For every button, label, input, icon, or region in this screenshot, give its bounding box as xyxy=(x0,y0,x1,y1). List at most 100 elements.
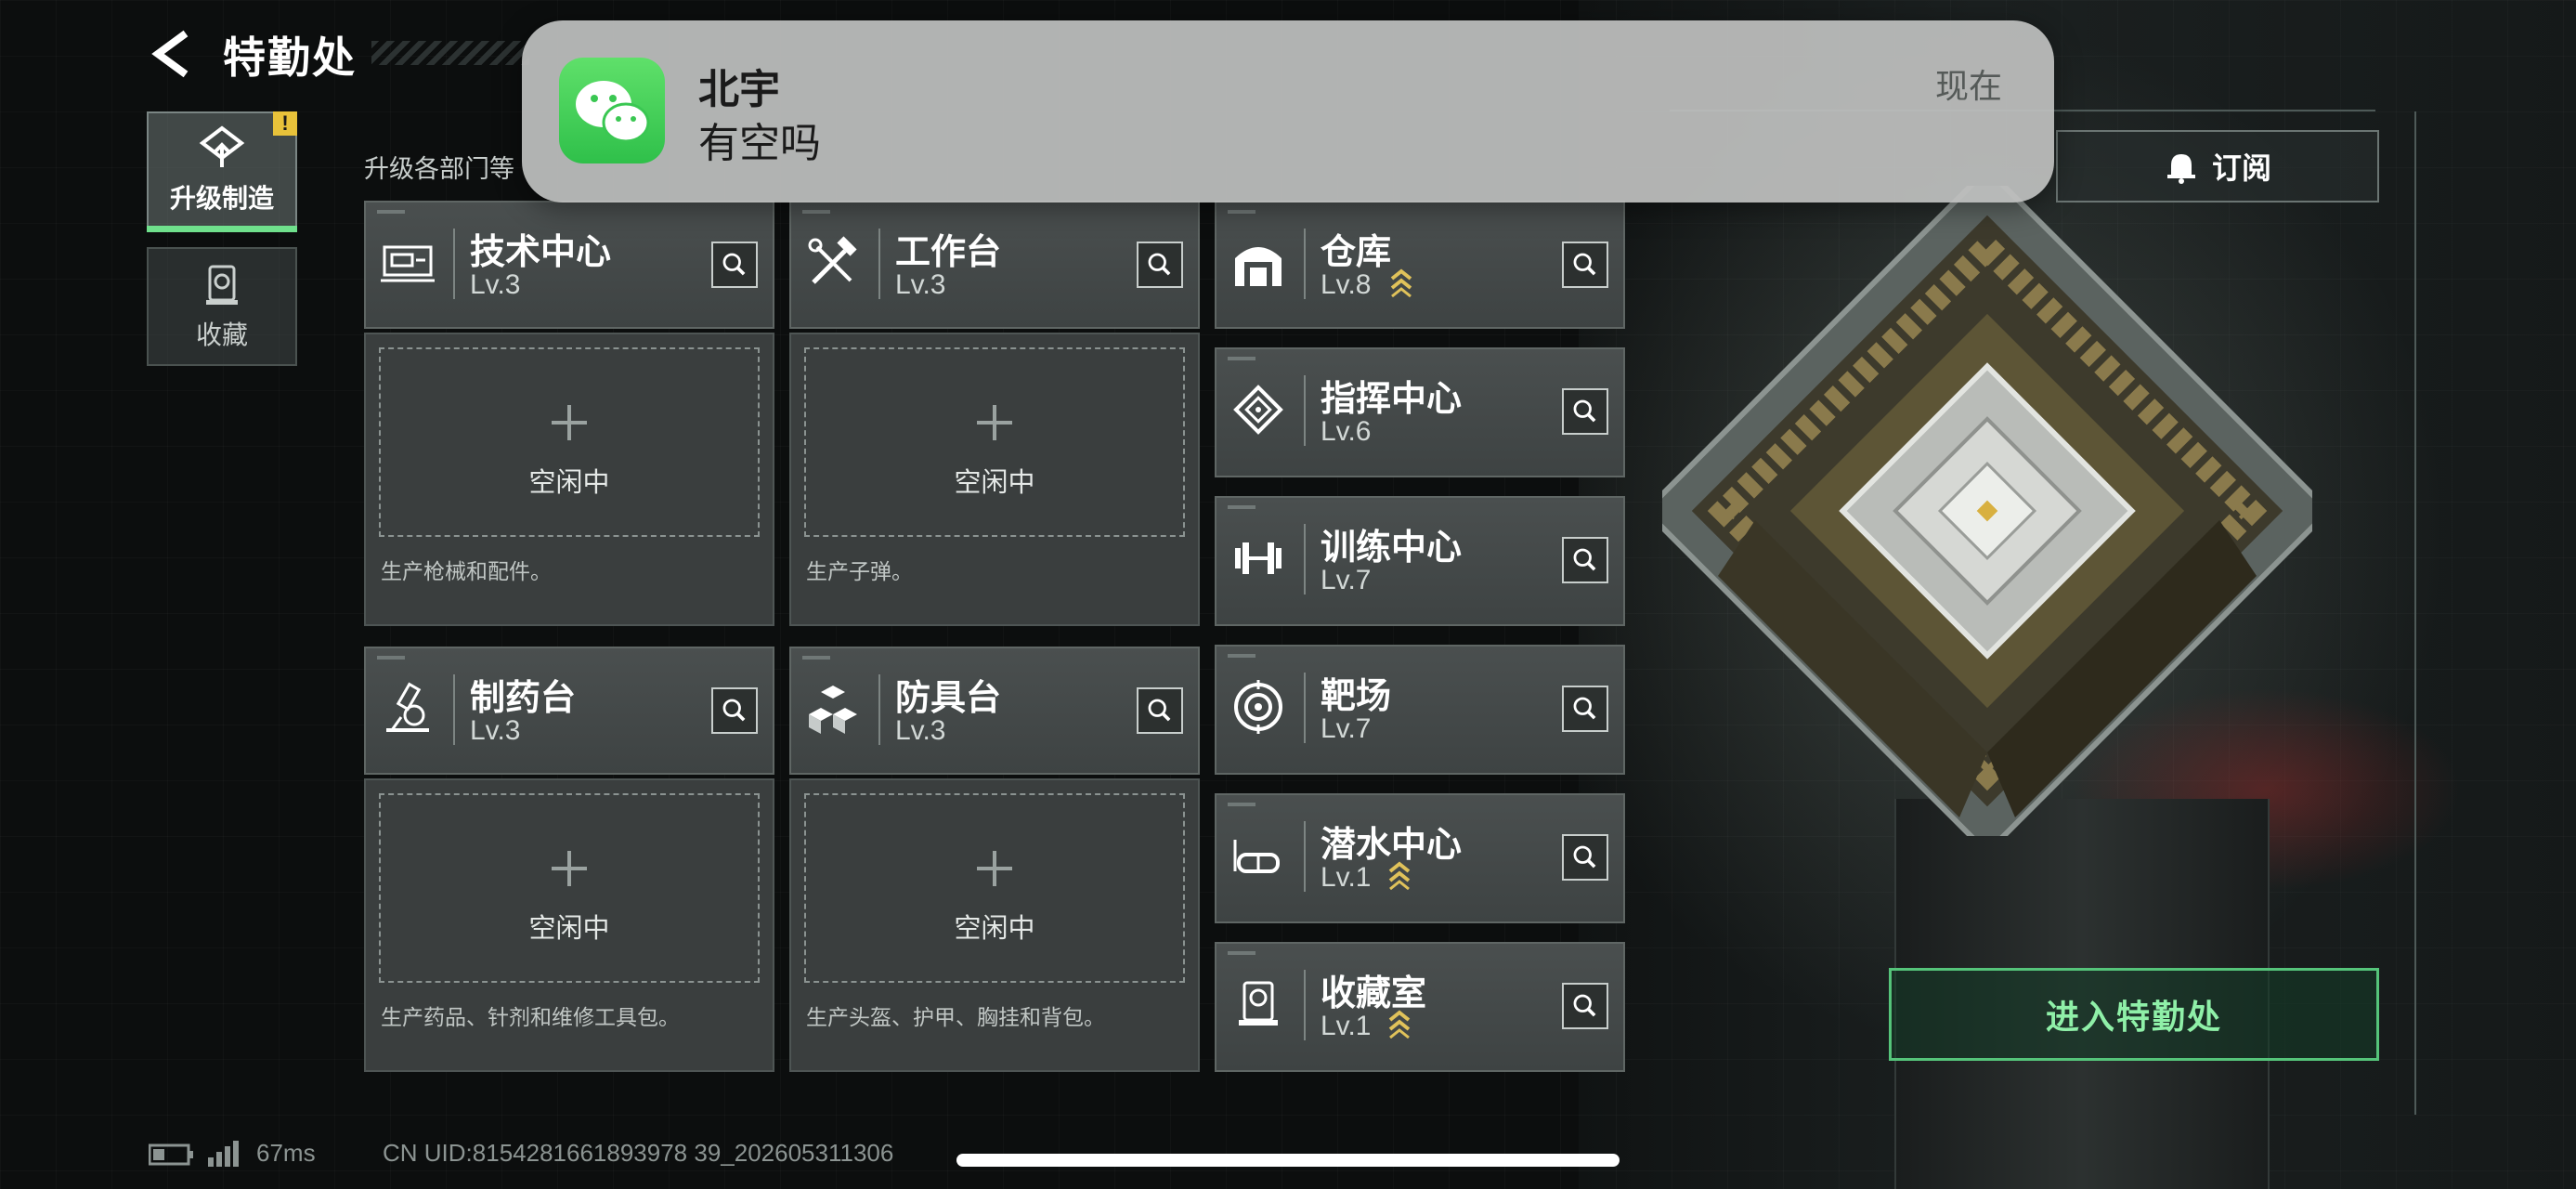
hq-cube-model xyxy=(1662,186,2312,836)
empty-slot[interactable]: 空闲中 xyxy=(379,793,760,983)
pharmacy-icon xyxy=(386,682,429,732)
subscribe-button[interactable]: 订阅 xyxy=(2056,130,2379,203)
card-decoration xyxy=(1228,357,1255,360)
facility-level: Lv.3 xyxy=(470,715,521,746)
empty-slot[interactable]: 空闲中 xyxy=(804,793,1185,983)
production-slot-panel: 空闲中 生产药品、针剂和维修工具包。 xyxy=(364,778,774,1072)
plus-icon xyxy=(552,851,587,886)
facility-level: Lv.1 xyxy=(1321,1011,1372,1041)
tab-label: 收藏 xyxy=(195,320,248,349)
plus-icon xyxy=(977,405,1012,440)
plus-icon xyxy=(552,405,587,440)
page-title: 特勤处 xyxy=(223,33,357,82)
card-separator xyxy=(1304,229,1306,299)
workshop-description: 生产子弹。 xyxy=(806,559,913,583)
facility-name: 指挥中心 xyxy=(1321,380,1463,419)
facility-level: Lv.3 xyxy=(895,715,946,746)
diving-center-icon xyxy=(1233,840,1280,873)
title-decoration xyxy=(371,41,529,65)
card-decoration xyxy=(1228,654,1255,658)
workbench-icon xyxy=(808,236,857,284)
ping-value: 67ms xyxy=(256,1139,316,1167)
search-icon[interactable] xyxy=(1137,242,1183,288)
search-icon[interactable] xyxy=(1562,388,1608,435)
notification-time: 现在 xyxy=(1934,67,2002,105)
search-icon[interactable] xyxy=(1562,242,1608,288)
upgrade-available-icon xyxy=(1388,1010,1411,1039)
home-indicator[interactable] xyxy=(956,1154,1620,1167)
facility-name: 制药台 xyxy=(470,679,577,718)
slot-status: 空闲中 xyxy=(954,914,1035,944)
subscribe-label: 订阅 xyxy=(2211,151,2271,185)
facility-card-shooting-range[interactable]: 靶场 Lv.7 xyxy=(1215,645,1625,775)
empty-slot[interactable]: 空闲中 xyxy=(379,347,760,537)
card-separator xyxy=(1304,673,1306,743)
card-separator xyxy=(1304,970,1306,1040)
production-slot-panel: 空闲中 生产枪械和配件。 xyxy=(364,333,774,626)
facility-name: 防具台 xyxy=(895,679,1002,718)
alert-badge: ! xyxy=(273,111,297,136)
facility-name: 潜水中心 xyxy=(1321,826,1463,865)
facility-card-diving-center[interactable]: 潜水中心 Lv.1 xyxy=(1215,793,1625,923)
workshop-description: 生产头盔、护甲、胸挂和背包。 xyxy=(806,1005,1105,1029)
search-icon[interactable] xyxy=(711,242,758,288)
workshop-card-tech-center[interactable]: 技术中心 Lv.3 xyxy=(364,201,774,329)
notification-sender: 北宇 xyxy=(698,67,780,112)
upgrade-available-icon xyxy=(1388,861,1411,890)
upgrade-available-icon xyxy=(1390,268,1412,297)
workshop-card-pharmacy[interactable]: 制药台 Lv.3 xyxy=(364,647,774,775)
card-separator xyxy=(1304,821,1306,892)
workshop-card-armor-bench[interactable]: 防具台 Lv.3 xyxy=(789,647,1200,775)
slot-status: 空闲中 xyxy=(954,468,1035,498)
card-decoration xyxy=(1228,951,1255,955)
bell-icon xyxy=(2166,154,2195,184)
warehouse-icon xyxy=(1235,247,1281,286)
enter-hq-label: 进入特勤处 xyxy=(2045,998,2222,1036)
tab-label: 升级制造 xyxy=(169,184,274,213)
card-decoration xyxy=(377,656,405,660)
search-icon[interactable] xyxy=(1562,537,1608,583)
search-icon[interactable] xyxy=(711,687,758,734)
facility-name: 工作台 xyxy=(895,233,1002,272)
plus-icon xyxy=(977,851,1012,886)
back-arrow-icon[interactable] xyxy=(149,28,195,80)
card-separator xyxy=(1304,375,1306,446)
workshop-description: 生产药品、针剂和维修工具包。 xyxy=(381,1005,680,1029)
empty-slot[interactable]: 空闲中 xyxy=(804,347,1185,537)
workshop-description: 生产枪械和配件。 xyxy=(381,559,552,583)
facility-card-warehouse[interactable]: 仓库 Lv.8 xyxy=(1215,201,1625,329)
facility-name: 仓库 xyxy=(1321,233,1392,272)
section-subtitle: 升级各部门等 xyxy=(364,155,514,183)
facility-card-collection-room[interactable]: 收藏室 Lv.1 xyxy=(1215,942,1625,1072)
search-icon[interactable] xyxy=(1137,687,1183,734)
facility-level: Lv.6 xyxy=(1321,416,1372,447)
tab-collection[interactable]: 收藏 xyxy=(147,247,297,366)
facility-name: 收藏室 xyxy=(1321,974,1427,1013)
armor-bench-icon xyxy=(809,686,857,734)
enter-hq-button[interactable]: 进入特勤处 xyxy=(1889,968,2379,1061)
production-slot-panel: 空闲中 生产头盔、护甲、胸挂和背包。 xyxy=(789,778,1200,1072)
active-tab-indicator xyxy=(147,226,297,232)
search-icon[interactable] xyxy=(1562,834,1608,881)
card-decoration xyxy=(377,210,405,214)
card-decoration xyxy=(802,656,830,660)
facility-card-training-center[interactable]: 训练中心 Lv.7 xyxy=(1215,496,1625,626)
card-decoration xyxy=(1228,505,1255,509)
facility-card-command-center[interactable]: 指挥中心 Lv.6 xyxy=(1215,347,1625,477)
uid-text: CN UID:8154281661893978 39_202605311306 xyxy=(383,1139,894,1167)
facility-name: 技术中心 xyxy=(470,233,612,272)
facility-level: Lv.3 xyxy=(470,269,521,300)
tech-center-icon xyxy=(381,245,435,282)
facility-level: Lv.8 xyxy=(1321,269,1372,300)
slot-status: 空闲中 xyxy=(528,468,610,498)
facility-level: Lv.1 xyxy=(1321,862,1372,893)
card-decoration xyxy=(802,210,830,214)
shooting-range-icon xyxy=(1234,680,1282,734)
card-separator xyxy=(1304,524,1306,594)
wechat-notification[interactable]: 北宇 有空吗 现在 xyxy=(522,20,2054,203)
facility-level: Lv.3 xyxy=(895,269,946,300)
workshop-card-workbench[interactable]: 工作台 Lv.3 xyxy=(789,201,1200,329)
card-separator xyxy=(453,674,455,745)
search-icon[interactable] xyxy=(1562,983,1608,1029)
search-icon[interactable] xyxy=(1562,686,1608,732)
